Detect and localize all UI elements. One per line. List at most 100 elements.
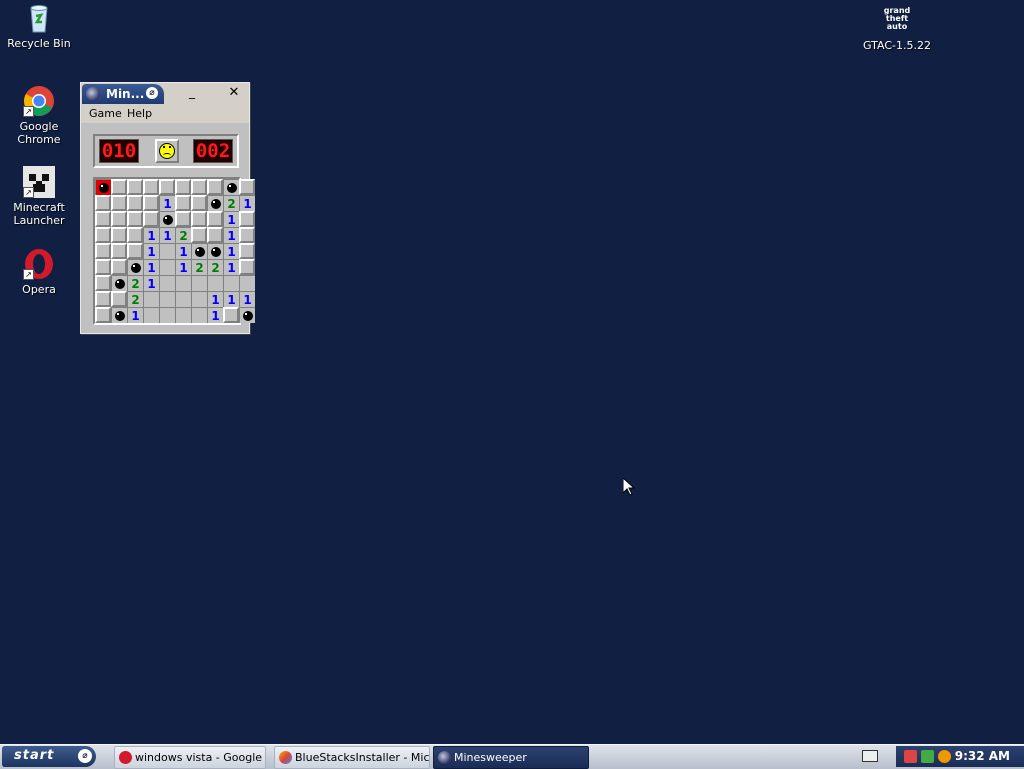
title-tab[interactable]: Min... ⌀	[82, 84, 164, 104]
cell-hidden[interactable]	[239, 243, 255, 259]
cell-hidden[interactable]	[191, 195, 207, 211]
cell-empty[interactable]	[143, 307, 159, 323]
cell-number[interactable]: 2	[223, 195, 239, 211]
cell-hidden[interactable]	[175, 211, 191, 227]
cell-hidden[interactable]	[95, 227, 111, 243]
cell-mine[interactable]	[207, 243, 223, 259]
cell-empty[interactable]	[207, 275, 223, 291]
reset-face-button[interactable]	[155, 139, 179, 163]
cell-hidden[interactable]	[191, 179, 207, 195]
cell-number[interactable]: 1	[175, 259, 191, 275]
cell-number[interactable]: 1	[223, 211, 239, 227]
desktop-icon-opera[interactable]: ↗ Opera	[0, 248, 78, 296]
cell-hidden[interactable]	[191, 211, 207, 227]
cell-hidden[interactable]	[207, 179, 223, 195]
cell-hidden[interactable]	[223, 307, 239, 323]
tray-app-icon[interactable]	[904, 750, 917, 763]
cell-number[interactable]: 1	[159, 195, 175, 211]
cell-empty[interactable]	[175, 275, 191, 291]
cell-empty[interactable]	[159, 291, 175, 307]
cell-number[interactable]: 1	[239, 291, 255, 307]
cell-hidden[interactable]	[175, 195, 191, 211]
cell-hidden[interactable]	[111, 211, 127, 227]
cell-empty[interactable]	[239, 275, 255, 291]
close-button[interactable]: ✕	[227, 86, 241, 102]
cell-hidden[interactable]	[95, 211, 111, 227]
cell-hidden[interactable]	[95, 195, 111, 211]
clock[interactable]: 9:32 AM	[955, 749, 1010, 763]
cell-number[interactable]: 2	[191, 259, 207, 275]
cell-hidden[interactable]	[239, 179, 255, 195]
tray-network-icon[interactable]	[921, 750, 934, 763]
cell-number[interactable]: 1	[143, 259, 159, 275]
cell-hidden[interactable]	[239, 259, 255, 275]
cell-hidden[interactable]	[159, 179, 175, 195]
cell-hidden[interactable]	[95, 307, 111, 323]
minimize-button[interactable]: _	[185, 85, 199, 101]
cell-hidden[interactable]	[143, 211, 159, 227]
cell-hidden[interactable]	[239, 227, 255, 243]
menu-help[interactable]: Help	[127, 107, 152, 120]
cell-number[interactable]: 1	[223, 259, 239, 275]
cell-hidden[interactable]	[111, 259, 127, 275]
cell-empty[interactable]	[191, 307, 207, 323]
cell-mine[interactable]	[111, 307, 127, 323]
cell-mine[interactable]	[239, 307, 255, 323]
cell-hidden[interactable]	[95, 259, 111, 275]
cell-hidden[interactable]	[127, 227, 143, 243]
cell-hidden[interactable]	[207, 211, 223, 227]
cell-number[interactable]: 1	[223, 291, 239, 307]
cell-number[interactable]: 1	[223, 227, 239, 243]
desktop-icon-recycle-bin[interactable]: Recycle Bin	[0, 2, 78, 50]
cell-hidden[interactable]	[143, 179, 159, 195]
cell-empty[interactable]	[191, 291, 207, 307]
cell-mine[interactable]	[159, 211, 175, 227]
cell-exploded-mine[interactable]	[95, 179, 111, 195]
keyboard-icon[interactable]	[862, 750, 878, 762]
cell-hidden[interactable]	[111, 227, 127, 243]
cell-number[interactable]: 1	[159, 227, 175, 243]
cell-number[interactable]: 1	[223, 243, 239, 259]
cell-number[interactable]: 2	[175, 227, 191, 243]
cell-empty[interactable]	[159, 307, 175, 323]
cell-number[interactable]: 1	[207, 307, 223, 323]
cell-empty[interactable]	[143, 291, 159, 307]
cell-hidden[interactable]	[111, 195, 127, 211]
cell-number[interactable]: 2	[127, 291, 143, 307]
cell-empty[interactable]	[175, 307, 191, 323]
cell-mine[interactable]	[223, 179, 239, 195]
cell-hidden[interactable]	[111, 291, 127, 307]
cell-number[interactable]: 1	[143, 243, 159, 259]
cell-hidden[interactable]	[127, 211, 143, 227]
desktop-icon-minecraft-launcher[interactable]: ↗ Minecraft Launcher	[0, 166, 78, 227]
cell-hidden[interactable]	[239, 211, 255, 227]
cell-hidden[interactable]	[95, 275, 111, 291]
taskbar-item-bluestacks[interactable]: BlueStacksInstaller - Mic...	[274, 746, 430, 769]
cell-number[interactable]: 1	[143, 275, 159, 291]
cell-mine[interactable]	[207, 195, 223, 211]
taskbar-item-chrome[interactable]: windows vista - Google ...	[114, 746, 266, 769]
cell-hidden[interactable]	[175, 179, 191, 195]
cell-number[interactable]: 1	[143, 227, 159, 243]
cell-mine[interactable]	[191, 243, 207, 259]
cell-number[interactable]: 1	[207, 291, 223, 307]
cell-empty[interactable]	[159, 243, 175, 259]
title-bar[interactable]: Min... ⌀ _ ✕	[81, 83, 249, 105]
cell-empty[interactable]	[159, 259, 175, 275]
tray-search-icon[interactable]	[938, 750, 951, 763]
rollup-icon[interactable]: ⌀	[146, 87, 158, 99]
cell-hidden[interactable]	[127, 243, 143, 259]
desktop-icon-gta[interactable]: grand theft auto GTAC-1.5.22	[858, 4, 936, 53]
cell-empty[interactable]	[175, 291, 191, 307]
taskbar-item-minesweeper[interactable]: Minesweeper	[433, 746, 589, 769]
menu-game[interactable]: Game	[89, 107, 122, 120]
cell-number[interactable]: 1	[239, 195, 255, 211]
cell-number[interactable]: 1	[127, 307, 143, 323]
cell-empty[interactable]	[159, 275, 175, 291]
cell-hidden[interactable]	[127, 179, 143, 195]
cell-hidden[interactable]	[127, 195, 143, 211]
cell-number[interactable]: 1	[175, 243, 191, 259]
cell-hidden[interactable]	[111, 179, 127, 195]
cell-hidden[interactable]	[111, 243, 127, 259]
cell-hidden[interactable]	[207, 227, 223, 243]
